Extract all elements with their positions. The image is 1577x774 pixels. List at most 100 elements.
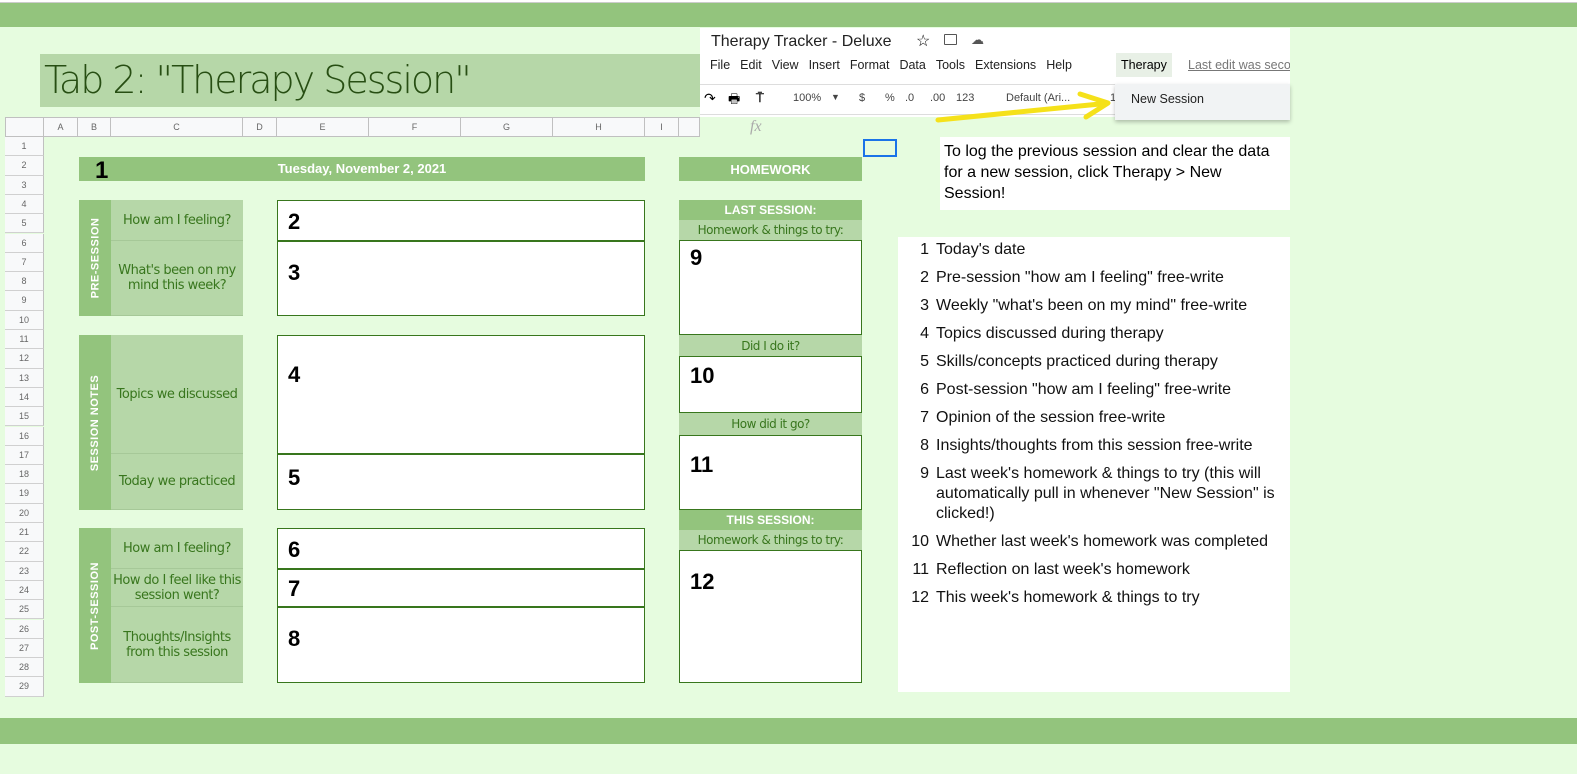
on-mind-input[interactable]: 3 — [277, 241, 645, 316]
currency-button[interactable]: $ — [859, 92, 865, 104]
row-header[interactable]: 20 — [5, 503, 44, 523]
legend-text: Reflection on last week's homework — [936, 561, 1190, 578]
last-edit-link[interactable]: Last edit was seco — [1188, 58, 1290, 72]
row-header[interactable]: 8 — [5, 272, 44, 292]
row-header[interactable]: 27 — [5, 638, 44, 659]
legend-item: 12 This week's homework & things to try — [898, 588, 1290, 608]
selected-cell[interactable] — [863, 139, 897, 157]
row-header[interactable]: 18 — [5, 465, 44, 485]
row-header[interactable]: 12 — [5, 349, 44, 369]
redo-icon[interactable]: ↷ — [704, 90, 716, 107]
legend-number: 7 — [920, 409, 929, 426]
menu-view[interactable]: View — [772, 58, 799, 72]
post-feeling-input[interactable]: 6 — [277, 528, 645, 569]
row-header[interactable]: 10 — [5, 310, 44, 330]
row-header[interactable]: 21 — [5, 523, 44, 543]
column-header[interactable]: C — [111, 117, 243, 137]
row-header[interactable]: 15 — [5, 407, 44, 427]
homework-header: HOMEWORK — [679, 157, 862, 181]
how-did-it-go-box[interactable]: 11 — [679, 435, 862, 510]
row-header[interactable]: 11 — [5, 330, 44, 350]
legend-text: Last week's homework & things to try (th… — [936, 465, 1275, 522]
row-header[interactable]: 28 — [5, 658, 44, 678]
insights-input[interactable]: 8 — [277, 607, 645, 683]
column-header[interactable]: I — [645, 117, 679, 137]
legend-text: This week's homework & things to try — [936, 589, 1200, 606]
practiced-input[interactable]: 5 — [277, 454, 645, 510]
row-header[interactable]: 24 — [5, 580, 44, 601]
row-header[interactable]: 3 — [5, 175, 44, 195]
row-header[interactable]: 13 — [5, 368, 44, 388]
pre-feeling-input[interactable]: 2 — [277, 200, 645, 241]
cloud-status-icon: ☁ — [971, 32, 984, 47]
column-header[interactable]: H — [553, 117, 645, 137]
column-header[interactable]: G — [461, 117, 553, 137]
legend-text: Post-session "how am I feeling" free-wri… — [936, 381, 1232, 398]
legend-list: 1 Today's date 2 Pre-session "how am I feel… — [898, 237, 1290, 692]
row-header[interactable]: 1 — [5, 137, 44, 157]
select-all-corner[interactable] — [5, 117, 44, 137]
row-header[interactable]: 6 — [5, 233, 44, 253]
did-i-do-it-box[interactable]: 10 — [679, 356, 862, 413]
menu-data[interactable]: Data — [899, 58, 925, 72]
menu-insert[interactable]: Insert — [809, 58, 840, 72]
row-header[interactable]: 17 — [5, 445, 44, 466]
move-folder-icon[interactable] — [944, 34, 957, 45]
row-header[interactable]: 5 — [5, 214, 44, 234]
row-header[interactable]: 26 — [5, 619, 44, 639]
column-header[interactable]: D — [243, 117, 277, 137]
legend-text: Skills/concepts practiced during therapy — [936, 353, 1218, 370]
menu-extensions[interactable]: Extensions — [975, 58, 1036, 72]
session-went-input[interactable]: 7 — [277, 569, 645, 607]
label-topics: Topics we discussed — [111, 335, 243, 454]
row-header[interactable]: 23 — [5, 561, 44, 581]
row-header[interactable]: 25 — [5, 600, 44, 620]
last-session-sub: Homework & things to try: — [679, 220, 862, 240]
legend-item: 10 Whether last week's homework was compl… — [898, 532, 1290, 552]
print-icon[interactable]: 🖶 — [728, 90, 740, 112]
legend-number: 1 — [920, 241, 929, 258]
paint-format-icon[interactable]: ⍑ — [756, 90, 764, 106]
date-bar[interactable]: 1 Tuesday, November 2, 2021 — [79, 157, 645, 184]
column-header[interactable]: F — [369, 117, 461, 137]
legend-item: 11 Reflection on last week's homework — [898, 560, 1290, 580]
doc-title: Therapy Tracker - Deluxe — [711, 33, 892, 50]
arrow-icon — [935, 91, 1111, 123]
last-homework-box[interactable]: 9 — [679, 240, 862, 335]
row-header[interactable]: 4 — [5, 194, 44, 215]
zoom-dropdown-icon[interactable]: ▼ — [831, 92, 840, 102]
menu-help[interactable]: Help — [1046, 58, 1072, 72]
star-icon[interactable]: ☆ — [916, 31, 930, 51]
row-header[interactable]: 19 — [5, 484, 44, 504]
row-header[interactable]: 16 — [5, 426, 44, 446]
menu-tools[interactable]: Tools — [936, 58, 965, 72]
topics-input[interactable]: 4 — [277, 335, 645, 454]
row-header[interactable]: 7 — [5, 252, 44, 273]
menu-item-new-session[interactable]: New Session — [1115, 84, 1290, 120]
column-header[interactable] — [679, 117, 700, 137]
legend-text: Today's date — [936, 241, 1026, 258]
row-header[interactable]: 29 — [5, 677, 44, 697]
column-header[interactable]: E — [277, 117, 369, 137]
legend-number: 12 — [911, 589, 929, 606]
column-header[interactable]: A — [44, 117, 78, 137]
row-header[interactable]: 2 — [5, 156, 44, 176]
menu-therapy[interactable]: Therapy — [1116, 53, 1172, 77]
zoom-select[interactable]: 100% — [793, 92, 821, 104]
menu-file[interactable]: File — [710, 58, 730, 72]
session-notes-label: SESSION NOTES — [79, 335, 111, 510]
menu-format[interactable]: Format — [850, 58, 890, 72]
percent-button[interactable]: % — [885, 92, 895, 104]
row-header[interactable]: 22 — [5, 542, 44, 562]
this-homework-box[interactable]: 12 — [679, 550, 862, 683]
legend-number: 3 — [920, 297, 929, 314]
row-header[interactable]: 14 — [5, 387, 44, 408]
row-header[interactable]: 9 — [5, 291, 44, 311]
legend-text: Weekly "what's been on my mind" free-wri… — [936, 297, 1248, 314]
legend-item: 4 Topics discussed during therapy — [898, 324, 1290, 344]
this-session-sub: Homework & things to try: — [679, 530, 862, 550]
column-header[interactable]: B — [78, 117, 111, 137]
menu-bar: File Edit View Insert Format Data Tools … — [710, 58, 1082, 72]
menu-edit[interactable]: Edit — [740, 58, 762, 72]
decrease-decimal-button[interactable]: .0 — [905, 92, 914, 104]
